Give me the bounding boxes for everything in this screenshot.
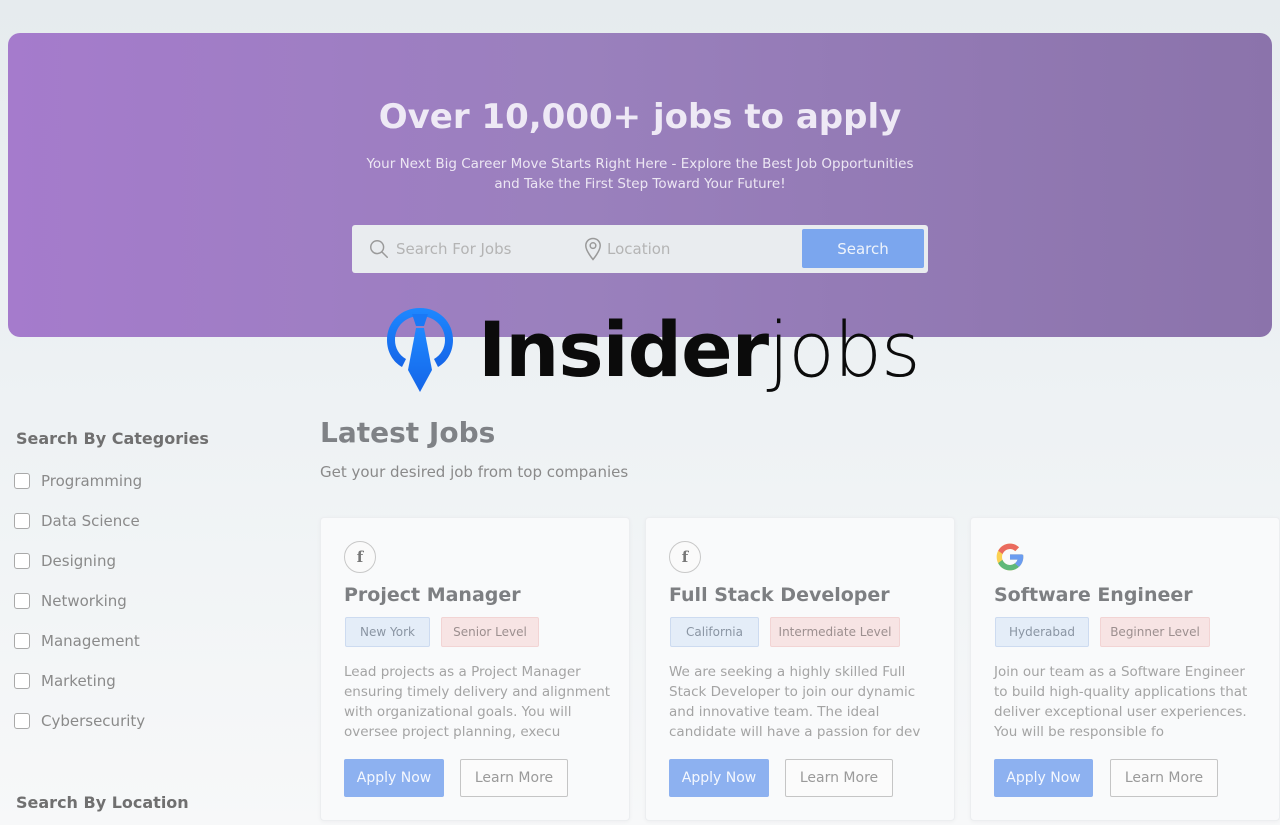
category-label: Cybersecurity (41, 712, 146, 730)
job-level-tag: Intermediate Level (770, 617, 900, 647)
apply-now-button[interactable]: Apply Now (994, 759, 1093, 797)
hero-banner: Over 10,000+ jobs to apply Your Next Big… (8, 33, 1272, 337)
job-card: f Project Manager New York Senior Level … (320, 517, 630, 821)
category-checkbox[interactable] (14, 593, 30, 609)
category-marketing[interactable]: Marketing (14, 671, 116, 691)
category-designing[interactable]: Designing (14, 551, 116, 571)
apply-now-button[interactable]: Apply Now (344, 759, 444, 797)
job-card: Software Engineer Hyderabad Beginner Lev… (970, 517, 1280, 821)
category-management[interactable]: Management (14, 631, 140, 651)
location-input[interactable] (607, 237, 787, 261)
apply-now-button[interactable]: Apply Now (669, 759, 769, 797)
job-title: Project Manager (344, 584, 521, 606)
insiderjobs-logo: Insiderjobs (383, 302, 921, 398)
category-checkbox[interactable] (14, 553, 30, 569)
search-bar: Search (352, 225, 928, 273)
learn-more-button[interactable]: Learn More (1110, 759, 1218, 797)
category-checkbox[interactable] (14, 473, 30, 489)
category-label: Data Science (41, 512, 140, 530)
learn-more-button[interactable]: Learn More (460, 759, 568, 797)
job-location-tag: New York (345, 617, 430, 647)
category-label: Networking (41, 592, 127, 610)
category-cybersecurity[interactable]: Cybersecurity (14, 711, 145, 731)
job-level-tag: Beginner Level (1100, 617, 1210, 647)
category-label: Programming (41, 472, 143, 490)
category-networking[interactable]: Networking (14, 591, 127, 611)
location-heading: Search By Location (16, 793, 189, 812)
job-title: Full Stack Developer (669, 584, 890, 606)
job-description: Join our team as a Software Engineer to … (994, 664, 1248, 740)
category-checkbox[interactable] (14, 633, 30, 649)
job-description: Lead projects as a Project Manager ensur… (344, 664, 611, 740)
category-checkbox[interactable] (14, 513, 30, 529)
logo-text-bold: Insider (478, 305, 769, 394)
page: Over 10,000+ jobs to apply Your Next Big… (0, 0, 1280, 825)
google-icon (996, 543, 1024, 571)
hero-title: Over 10,000+ jobs to apply (378, 97, 902, 137)
category-label: Marketing (41, 672, 116, 690)
category-checkbox[interactable] (14, 673, 30, 689)
logo-wordmark: Insiderjobs (478, 302, 921, 398)
facebook-icon: f (669, 541, 701, 573)
category-label: Designing (41, 552, 116, 570)
latest-jobs-title: Latest Jobs (320, 416, 496, 449)
category-checkbox[interactable] (14, 713, 30, 729)
latest-jobs-subtitle: Get your desired job from top companies (320, 463, 629, 481)
logo-text-light: jobs (768, 305, 920, 394)
search-icon (370, 240, 388, 258)
categories-heading: Search By Categories (16, 429, 209, 448)
category-data-science[interactable]: Data Science (14, 511, 140, 531)
facebook-icon: f (344, 541, 376, 573)
search-input[interactable] (396, 237, 566, 261)
category-label: Management (41, 632, 140, 650)
tie-logo-icon (387, 308, 453, 392)
job-location-tag: California (670, 617, 759, 647)
job-level-tag: Senior Level (441, 617, 539, 647)
job-card: f Full Stack Developer California Interm… (645, 517, 955, 821)
search-button[interactable]: Search (802, 229, 924, 268)
location-pin-icon (585, 237, 601, 261)
category-programming[interactable]: Programming (14, 471, 142, 491)
job-title: Software Engineer (994, 584, 1193, 606)
job-description: We are seeking a highly skilled Full Sta… (669, 664, 921, 740)
hero-subtitle: Your Next Big Career Move Starts Right H… (366, 156, 914, 192)
job-location-tag: Hyderabad (995, 617, 1089, 647)
learn-more-button[interactable]: Learn More (785, 759, 893, 797)
